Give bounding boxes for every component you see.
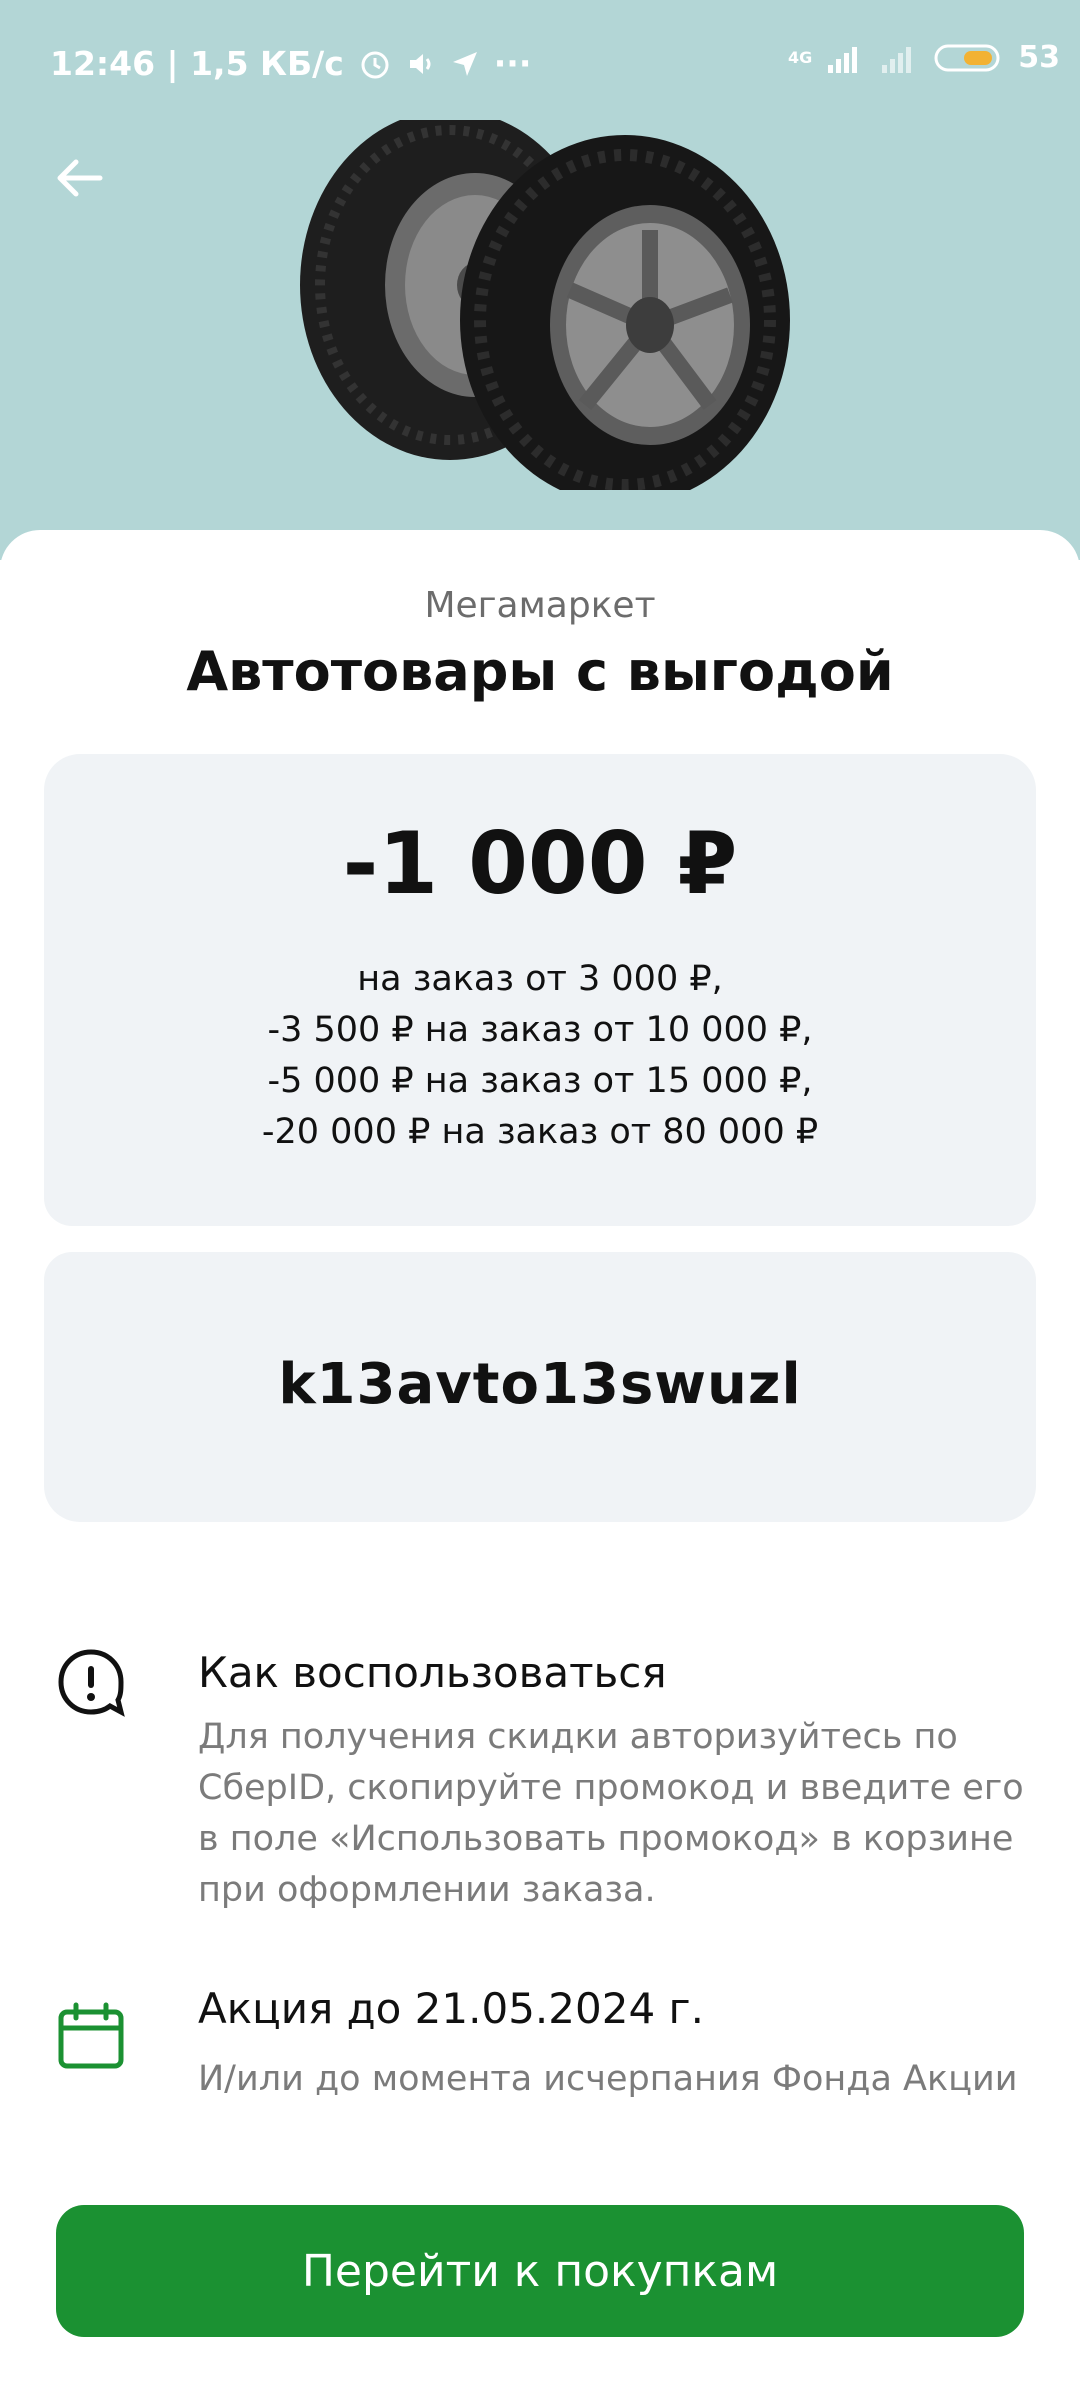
battery-icon [934, 44, 1000, 71]
validity-line: И/или до момента исчерпания Фонда Акции [198, 2059, 1018, 2099]
battery-level: 53 [1018, 40, 1060, 75]
volume-icon [409, 53, 431, 74]
status-time: 12:46 | 1,5 КБ/с [50, 44, 344, 83]
how-to-use-line: при оформлении заказа. [198, 1870, 656, 1910]
exclamation-speech-icon [58, 1649, 125, 1717]
ticket-notch-right [1016, 1218, 1056, 1258]
validity-title: Акция до 21.05.2024 г. [198, 1984, 704, 2033]
go-shopping-button[interactable]: Перейти к покупкам [56, 2205, 1024, 2337]
discount-conditions: на заказ от 3 000 ₽, -3 500 ₽ на заказ о… [44, 954, 1036, 1158]
promo-code-card[interactable]: k13avto13swuzl [44, 1252, 1036, 1522]
how-to-use-line: Для получения скидки авторизуйтесь по [198, 1717, 958, 1757]
validity-text: И/или до момента исчерпания Фонда Акции [198, 2054, 1080, 2105]
hero-banner: 12:46 | 1,5 КБ/с ··· 4G 53 [0, 0, 1080, 560]
signal-icon [828, 46, 858, 73]
how-to-use-line: СберID, скопируйте промокод и введите ег… [198, 1768, 1024, 1808]
merchant-name: Мегамаркет [424, 585, 656, 626]
alarm-icon [361, 51, 389, 78]
network-type-label: 4G [787, 48, 813, 67]
discount-amount: -1 000 ₽ [342, 814, 738, 914]
tires-image [300, 120, 790, 490]
calendar-icon [58, 2002, 124, 2069]
promo-code[interactable]: k13avto13swuzl [44, 1352, 1036, 1417]
condition-line: на заказ от 3 000 ₽, [357, 959, 723, 999]
signal-icon-secondary [882, 46, 912, 73]
status-bar: 12:46 | 1,5 КБ/с ··· 4G 53 [0, 0, 1080, 120]
back-arrow-icon[interactable] [50, 150, 106, 206]
ticket-notch-left [24, 1218, 64, 1258]
how-to-use-title: Как воспользоваться [198, 1648, 667, 1697]
perforation-dots [131, 1227, 953, 1249]
how-to-use-line: в поле «Использовать промокод» в корзине [198, 1819, 1014, 1859]
offer-title: Автотовары с выгодой [186, 640, 894, 703]
condition-line: -5 000 ₽ на заказ от 15 000 ₽, [267, 1061, 813, 1101]
location-arrow-icon [452, 51, 477, 76]
validity-section: Акция до 21.05.2024 г. И/или до момента … [56, 1984, 1046, 2124]
more-status-icon: ··· [493, 44, 532, 83]
condition-line: -20 000 ₽ на заказ от 80 000 ₽ [261, 1112, 819, 1152]
discount-card: -1 000 ₽ на заказ от 3 000 ₽, -3 500 ₽ н… [44, 754, 1036, 1226]
how-to-use-section: Как воспользоваться Для получения скидки… [56, 1648, 1046, 1918]
how-to-use-text: Для получения скидки авторизуйтесь по Сб… [198, 1712, 1080, 1916]
condition-line: -3 500 ₽ на заказ от 10 000 ₽, [267, 1010, 813, 1050]
